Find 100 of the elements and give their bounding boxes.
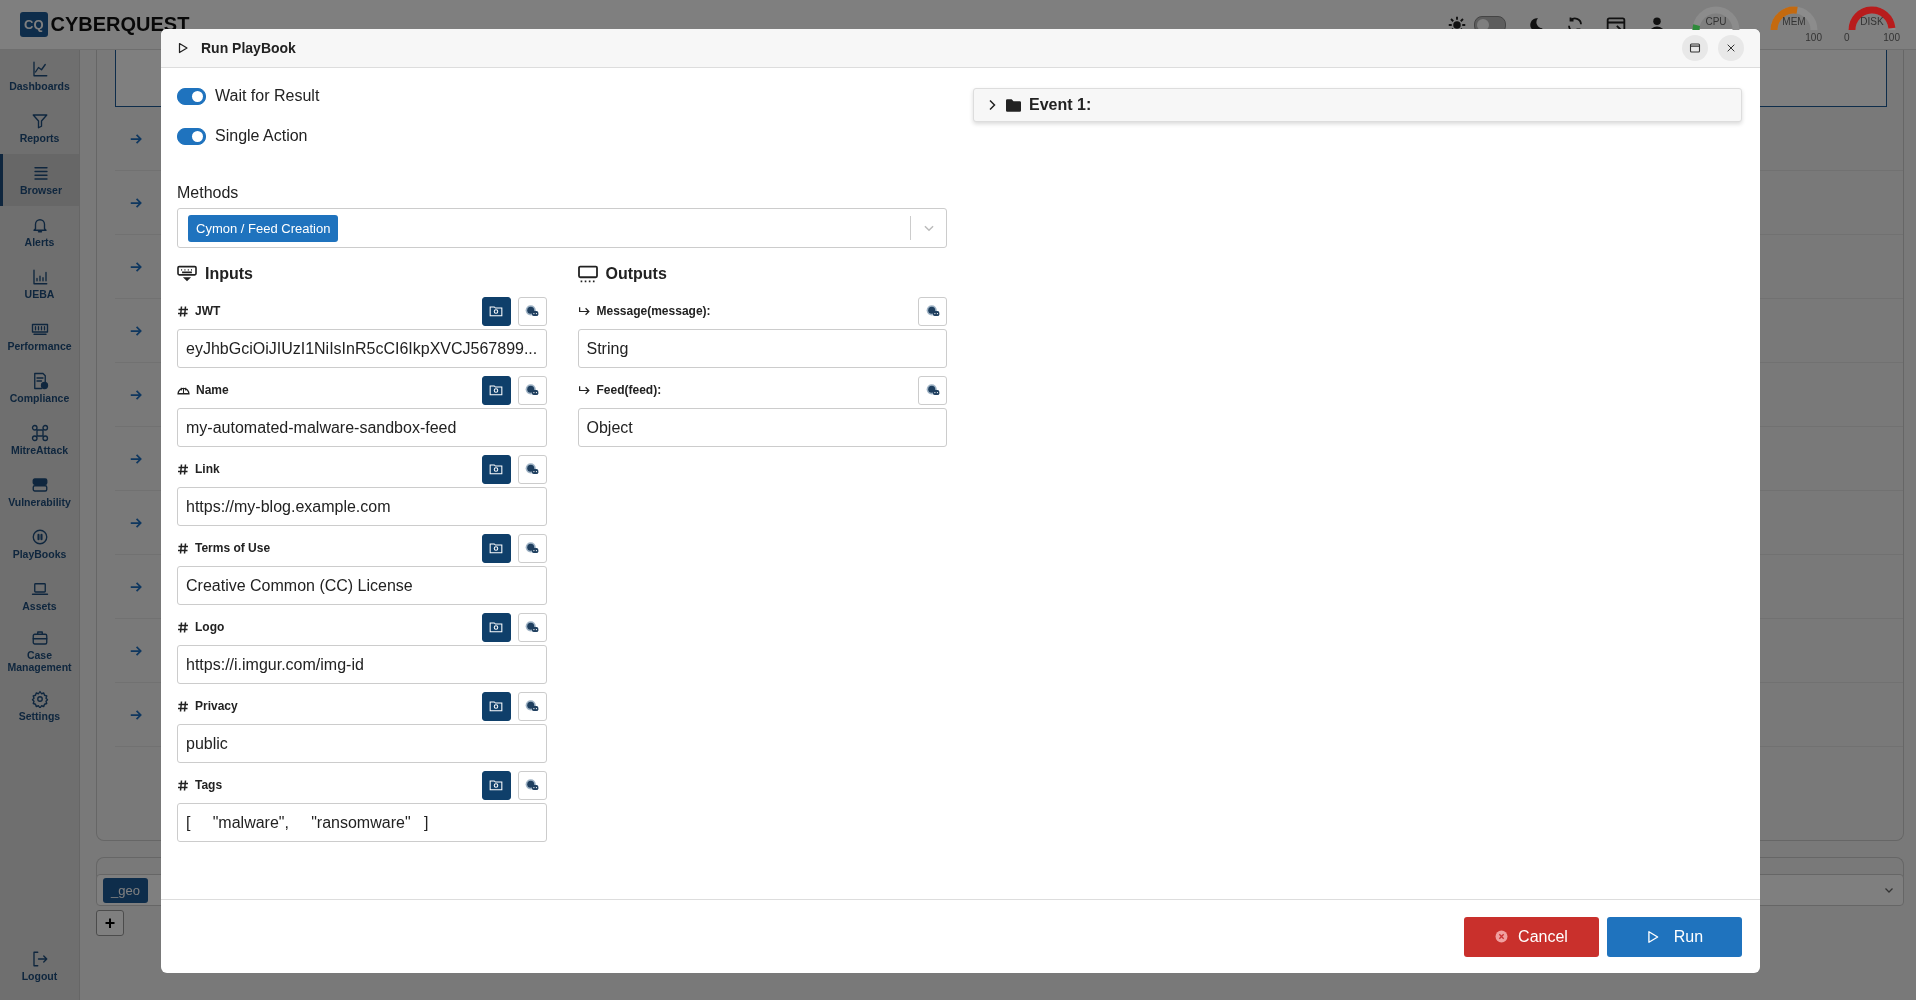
input-field[interactable]: String bbox=[577, 329, 947, 368]
blob-button[interactable] bbox=[517, 691, 547, 721]
toggle-switch[interactable] bbox=[177, 127, 206, 145]
pause-circle-icon bbox=[30, 528, 49, 546]
blob-icon bbox=[924, 383, 941, 397]
blob-button[interactable] bbox=[517, 533, 547, 563]
folder-gear-icon bbox=[489, 462, 503, 476]
folder-icon bbox=[1006, 98, 1021, 112]
return-arrow-icon bbox=[577, 383, 591, 397]
event-panel[interactable]: Event 1: bbox=[973, 88, 1742, 122]
blob-icon bbox=[524, 778, 540, 792]
input-field[interactable]: Object bbox=[577, 408, 947, 447]
hash-icon bbox=[177, 620, 189, 634]
command-icon bbox=[30, 424, 49, 442]
blob-button[interactable] bbox=[517, 770, 547, 800]
blob-icon bbox=[524, 620, 540, 634]
sidebar-item[interactable]: Compliance bbox=[0, 362, 79, 414]
folder-button[interactable] bbox=[481, 691, 511, 721]
section-title: Outputs bbox=[605, 265, 667, 283]
toggle-label: Single Action bbox=[215, 127, 308, 145]
field-label: Logo bbox=[195, 620, 225, 634]
folder-button[interactable] bbox=[481, 533, 511, 563]
gauge-tick: 100 bbox=[1883, 31, 1900, 43]
field-label: Link bbox=[195, 462, 220, 476]
blob-icon bbox=[524, 462, 540, 476]
input-field[interactable]: Creative Common (CC) License bbox=[177, 566, 547, 605]
folder-button[interactable] bbox=[481, 296, 511, 326]
field-label: Privacy bbox=[195, 699, 238, 713]
input-field[interactable]: https://my-blog.example.com bbox=[177, 487, 547, 526]
hash-icon bbox=[177, 778, 189, 792]
folder-gear-icon bbox=[489, 304, 503, 318]
section-title: Inputs bbox=[205, 265, 253, 283]
sidebar-item[interactable]: Reports bbox=[0, 102, 79, 154]
blob-icon bbox=[524, 699, 540, 713]
monitor-icon bbox=[577, 265, 598, 283]
input-field[interactable]: my-automated-malware-sandbox-feed bbox=[177, 408, 547, 447]
folder-gear-icon bbox=[489, 699, 503, 713]
blob-button[interactable] bbox=[918, 296, 947, 326]
play-icon bbox=[177, 42, 189, 54]
dialog-title: Run PlayBook bbox=[201, 40, 296, 56]
cancel-circle-icon bbox=[1495, 930, 1509, 943]
blob-button[interactable] bbox=[517, 454, 547, 484]
sidebar-item[interactable]: MitreAttack bbox=[0, 414, 79, 466]
add-button[interactable]: + bbox=[96, 910, 124, 936]
blob-button[interactable] bbox=[517, 375, 547, 405]
blob-icon bbox=[524, 304, 540, 318]
blob-icon bbox=[524, 383, 540, 397]
folder-button[interactable] bbox=[481, 612, 511, 642]
sidebar-item[interactable]: Dashboards bbox=[0, 50, 79, 102]
input-field[interactable]: eyJhbGciOiJIUzI1NiIsInR5cCI6IkpXVCJ567899... bbox=[177, 329, 547, 368]
field-label: Name bbox=[196, 383, 229, 397]
sidebar-item[interactable]: UEBA bbox=[0, 258, 79, 310]
blob-icon bbox=[924, 304, 941, 318]
folder-button[interactable] bbox=[481, 770, 511, 800]
sidebar-item[interactable]: Browser bbox=[0, 154, 79, 206]
sidebar-item[interactable]: Vulnerability bbox=[0, 466, 79, 518]
input-field[interactable]: public bbox=[177, 724, 547, 763]
cancel-button[interactable]: Cancel bbox=[1464, 916, 1599, 957]
logo-text: CYBERQUEST bbox=[50, 13, 190, 36]
blob-button[interactable] bbox=[918, 375, 947, 405]
folder-button[interactable] bbox=[481, 375, 511, 405]
sidebar-item[interactable]: Case Management bbox=[0, 622, 79, 680]
sidebar-item[interactable]: PlayBooks bbox=[0, 518, 79, 570]
sidebar-item[interactable]: Settings bbox=[0, 680, 79, 732]
input-field[interactable]: https://i.imgur.com/img-id bbox=[177, 645, 547, 684]
folder-button[interactable] bbox=[481, 454, 511, 484]
logo-badge: CQ bbox=[20, 12, 48, 37]
hash-icon bbox=[177, 541, 189, 555]
toggle-switch[interactable] bbox=[177, 87, 206, 105]
sidebar-item[interactable]: Assets bbox=[0, 570, 79, 622]
logout-button[interactable]: Logout bbox=[0, 940, 79, 992]
blob-icon bbox=[524, 541, 540, 555]
gauge-tick: 100 bbox=[1805, 31, 1822, 43]
methods-select[interactable]: Cymon / Feed Creation bbox=[177, 208, 947, 248]
briefcase-icon bbox=[30, 629, 49, 647]
folder-gear-icon bbox=[489, 383, 503, 397]
bar-chart-icon bbox=[30, 268, 49, 286]
list-icon bbox=[32, 164, 50, 182]
folder-gear-icon bbox=[489, 620, 503, 634]
hash-icon bbox=[177, 304, 189, 318]
folder-gear-icon bbox=[489, 778, 503, 792]
method-tag[interactable]: Cymon / Feed Creation bbox=[188, 214, 339, 242]
keyboard-icon bbox=[177, 265, 197, 283]
blob-button[interactable] bbox=[517, 612, 547, 642]
play-icon bbox=[1645, 929, 1660, 944]
line-chart-icon bbox=[30, 60, 49, 78]
funnel-icon bbox=[30, 112, 49, 130]
toggle-label: Wait for Result bbox=[215, 87, 320, 105]
gauge-label: DISK bbox=[1860, 15, 1884, 27]
field-tag[interactable]: _geo bbox=[103, 877, 148, 903]
maximize-button[interactable] bbox=[1682, 35, 1708, 61]
laptop-icon bbox=[30, 580, 49, 598]
run-button[interactable]: Run bbox=[1607, 916, 1742, 957]
server-icon bbox=[30, 476, 49, 494]
gauge-tick: 0 bbox=[1844, 31, 1850, 43]
blob-button[interactable] bbox=[517, 296, 547, 326]
sidebar-item[interactable]: Performance bbox=[0, 310, 79, 362]
input-field[interactable]: [ "malware", "ransomware" ] bbox=[177, 803, 547, 842]
sidebar-item[interactable]: Alerts bbox=[0, 206, 79, 258]
hash-icon bbox=[177, 699, 189, 713]
